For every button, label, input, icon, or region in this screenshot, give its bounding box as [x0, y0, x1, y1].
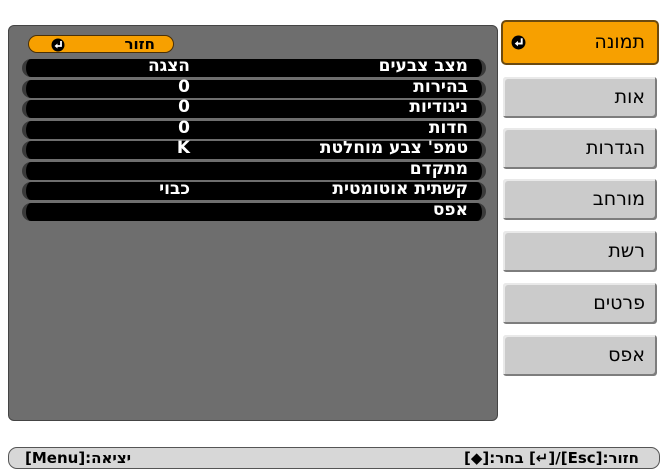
sidebar-item-label: רשת: [608, 240, 645, 262]
sidebar-item-settings[interactable]: הגדרות: [501, 126, 659, 171]
row-contrast[interactable]: ניגודיות 0: [22, 97, 486, 118]
enter-icon: [51, 38, 65, 52]
navigation-hints: [◆]:בחר [↵]/[Esc]:חזור: [464, 449, 639, 467]
row-label: אפס: [432, 199, 468, 220]
sidebar-item-label: הגדרות: [585, 137, 645, 159]
row-brightness[interactable]: בהירות 0: [22, 76, 486, 98]
row-value: 0: [178, 76, 190, 97]
back-label: חזור: [124, 35, 156, 53]
back-button[interactable]: חזור: [28, 35, 174, 53]
sidebar-item-label: פרטים: [593, 292, 645, 314]
row-auto-iris[interactable]: קשתית אוטומטית כבוי: [22, 179, 486, 200]
row-color-mode[interactable]: מצב צבעים הצגה: [22, 56, 486, 77]
select-hint: [◆]:בחר: [463, 449, 524, 467]
row-label: בהירות: [413, 76, 468, 97]
row-label: מצב צבעים: [378, 56, 468, 76]
exit-hint: [Menu]:יציאה: [25, 449, 132, 467]
sidebar-item-extended[interactable]: מורחב: [501, 177, 659, 222]
sidebar-item-label: אות: [614, 86, 645, 108]
row-value: הצגה: [147, 56, 190, 76]
row-value: 0: [178, 117, 190, 138]
sidebar-item-signal[interactable]: אות: [501, 75, 659, 120]
row-label: טמפ' צבע מוחלטת: [319, 138, 468, 158]
sidebar-item-reset[interactable]: אפס: [501, 333, 659, 378]
row-label: קשתית אוטומטית: [332, 179, 468, 199]
row-label: מתקדם: [409, 158, 468, 179]
row-label: חדות: [428, 117, 468, 138]
row-value: כבוי: [159, 179, 190, 199]
row-value: 0: [178, 97, 190, 117]
row-value: K: [176, 138, 190, 158]
row-reset[interactable]: אפס: [22, 199, 486, 221]
enter-icon: [511, 35, 526, 50]
sidebar-item-image[interactable]: תמונה: [501, 20, 659, 65]
sidebar-item-label: אפס: [608, 344, 645, 366]
row-color-temp[interactable]: טמפ' צבע מוחלטת K: [22, 138, 486, 159]
row-label: ניגודיות: [409, 97, 468, 117]
row-sharpness[interactable]: חדות 0: [22, 117, 486, 139]
sidebar-item-info[interactable]: פרטים: [501, 281, 659, 326]
sidebar-item-network[interactable]: רשת: [501, 229, 659, 274]
status-bar: [Menu]:יציאה [◆]:בחר [↵]/[Esc]:חזור: [8, 447, 660, 469]
sidebar-item-label: תמונה: [594, 31, 645, 53]
sidebar-item-label: מורחב: [592, 188, 645, 210]
settings-list: מצב צבעים הצגה בהירות 0 ניגודיות 0 חדות …: [22, 56, 486, 223]
settings-panel: חזור מצב צבעים הצגה בהירות 0 ניגודיות 0 …: [8, 25, 498, 421]
back-hint: [↵]/[Esc]:חזור: [528, 449, 639, 467]
row-advanced[interactable]: מתקדם: [22, 158, 486, 180]
